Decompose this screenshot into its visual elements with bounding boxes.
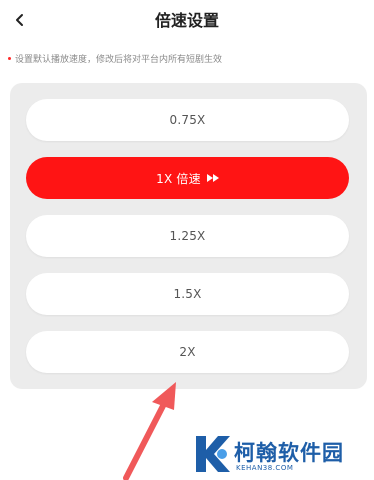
watermark-logo: 柯翰软件园 KEHAN38.COM bbox=[192, 432, 374, 480]
header-bar: 倍速设置 bbox=[0, 0, 374, 36]
speed-options-panel: 0.75X 1X 倍速 1.25X 1.5X 2X bbox=[10, 83, 367, 389]
watermark-url: KEHAN38.COM bbox=[236, 464, 294, 472]
hint-text: 设置默认播放速度，修改后将对平台内所有短剧生效 bbox=[15, 55, 223, 65]
annotation-arrow-icon bbox=[123, 382, 176, 480]
kehan-logo-icon bbox=[196, 436, 230, 472]
speed-option-label: 0.75X bbox=[169, 113, 206, 127]
hint-text-row: 设置默认播放速度，修改后将对平台内所有短剧生效 bbox=[8, 52, 222, 65]
speed-option-0-75x[interactable]: 0.75X bbox=[26, 99, 349, 141]
speed-option-label: 1X 倍速 bbox=[156, 171, 201, 186]
speed-option-2x[interactable]: 2X bbox=[26, 331, 349, 373]
speed-option-label: 2X bbox=[179, 345, 196, 359]
bullet-dot-icon bbox=[8, 57, 11, 60]
speed-option-label: 1.5X bbox=[173, 287, 202, 301]
speed-option-1-25x[interactable]: 1.25X bbox=[26, 215, 349, 257]
speed-option-label: 1.25X bbox=[169, 229, 206, 243]
speed-option-1-5x[interactable]: 1.5X bbox=[26, 273, 349, 315]
watermark-name: 柯翰软件园 bbox=[234, 441, 344, 465]
fast-forward-icon bbox=[206, 174, 219, 182]
page-title: 倍速设置 bbox=[154, 11, 219, 30]
speed-option-1x[interactable]: 1X 倍速 bbox=[26, 157, 349, 199]
